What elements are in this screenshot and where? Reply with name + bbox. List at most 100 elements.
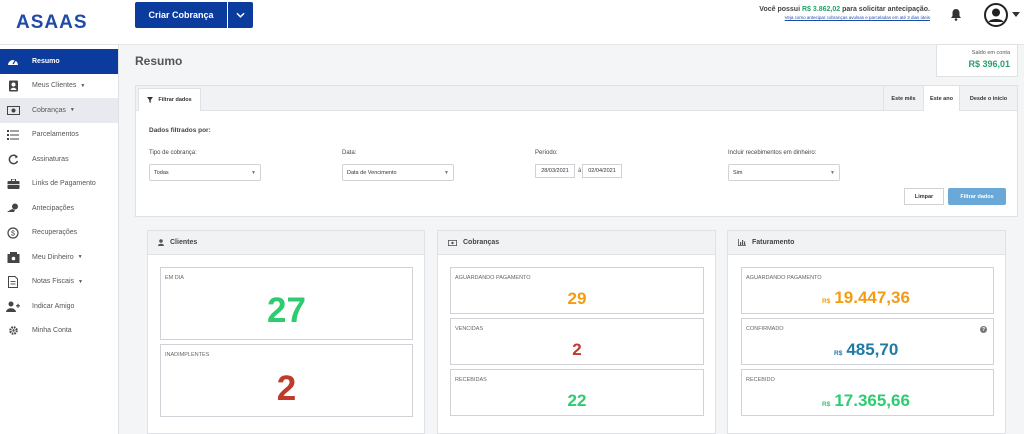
charge-type-label: Tipo de cobrança: bbox=[149, 150, 197, 156]
billing-received-label: RECEBIDO bbox=[746, 377, 775, 383]
sidebar-item-meus-clientes[interactable]: Meus Clientes ▼ bbox=[0, 74, 118, 99]
dollar-cycle-icon: $ bbox=[6, 227, 20, 239]
sidebar-item-cobrancas[interactable]: Cobranças ▼ bbox=[0, 98, 118, 123]
clients-card-header: Clientes bbox=[148, 231, 424, 255]
range-since-start-button[interactable]: Desde o início bbox=[959, 86, 1017, 111]
sidebar-item-parcelamentos[interactable]: Parcelamentos bbox=[0, 123, 118, 148]
tab-filter-data[interactable]: Filtrar dados bbox=[138, 88, 201, 111]
list-icon bbox=[6, 129, 20, 141]
chevron-down-icon bbox=[1012, 12, 1020, 17]
sidebar-item-label: Cobranças bbox=[32, 106, 66, 114]
clients-up-to-date-box[interactable]: EM DIA 27 bbox=[160, 267, 413, 340]
awaiting-label: AGUARDANDO PAGAMENTO bbox=[455, 275, 531, 281]
caret-down-icon: ▼ bbox=[830, 170, 835, 176]
filter-heading: Dados filtrados por: bbox=[149, 127, 211, 134]
anticipation-suffix: para solicitar antecipação. bbox=[840, 6, 930, 13]
billing-awaiting-box[interactable]: AGUARDANDO PAGAMENTO R$ 19.447,36 bbox=[741, 267, 994, 314]
range-buttons: Este mês Este ano Desde o início bbox=[883, 86, 1017, 111]
charges-awaiting-box[interactable]: AGUARDANDO PAGAMENTO 29 bbox=[450, 267, 704, 314]
account-balance: Saldo em conta R$ 396,01 bbox=[936, 44, 1018, 77]
page-title: Resumo bbox=[135, 54, 183, 68]
sidebar-item-notas-fiscais[interactable]: Notas Fiscais ▼ bbox=[0, 270, 118, 295]
sidebar-item-links-pagamento[interactable]: Links de Pagamento bbox=[0, 172, 118, 197]
clients-defaulting-box[interactable]: INADIMPLENTES 2 bbox=[160, 344, 413, 417]
date-label: Data: bbox=[342, 150, 357, 156]
asaas-logo[interactable]: ASAAS bbox=[16, 8, 90, 36]
charge-type-select[interactable]: Todas ▼ bbox=[149, 164, 261, 181]
billing-confirmed-box[interactable]: CONFIRMADO ? R$ 485,70 bbox=[741, 318, 994, 365]
billing-received-box[interactable]: RECEBIDO R$ 17.365,66 bbox=[741, 369, 994, 416]
sidebar-item-label: Indicar Amigo bbox=[32, 302, 75, 310]
billing-awaiting-amount: R$ 19.447,36 bbox=[822, 288, 910, 308]
create-charge-button[interactable]: Criar Cobrança bbox=[135, 2, 227, 28]
billing-confirmed-amount: R$ 485,70 bbox=[834, 340, 898, 360]
cash-receipts-value: Sim bbox=[733, 169, 743, 176]
user-avatar-icon bbox=[984, 3, 1008, 27]
sidebar-item-indicar-amigo[interactable]: Indicar Amigo bbox=[0, 294, 118, 319]
sidebar-item-antecipacoes[interactable]: Antecipações bbox=[0, 196, 118, 221]
sidebar-item-meu-dinheiro[interactable]: Meu Dinheiro ▼ bbox=[0, 245, 118, 270]
clear-filters-button[interactable]: Limpar bbox=[904, 188, 944, 205]
billing-card: Faturamento AGUARDANDO PAGAMENTO R$ 19.4… bbox=[727, 230, 1006, 434]
cash-receipts-select[interactable]: Sim ▼ bbox=[728, 164, 840, 181]
sidebar-item-label: Meus Clientes bbox=[32, 82, 77, 90]
period-separator: à bbox=[578, 168, 582, 174]
sidebar: Resumo Meus Clientes ▼ Cobranças ▼ Parcela… bbox=[0, 45, 119, 434]
date-type-select[interactable]: Data de Vencimento ▼ bbox=[342, 164, 454, 181]
up-to-date-value: 27 bbox=[267, 291, 306, 330]
charges-received-box[interactable]: RECEBIDAS 22 bbox=[450, 369, 704, 416]
range-this-year-button[interactable]: Este ano bbox=[923, 86, 959, 111]
period-label: Período: bbox=[535, 150, 558, 156]
billing-received-amount: R$ 17.365,66 bbox=[822, 391, 910, 411]
sidebar-item-label: Antecipações bbox=[32, 204, 75, 212]
filter-tabs: Filtrar dados Este mês Este ano Desde o … bbox=[136, 86, 1017, 111]
user-menu[interactable] bbox=[984, 2, 1024, 28]
charges-card-header: Cobranças bbox=[438, 231, 715, 255]
briefcase-icon bbox=[6, 178, 20, 190]
caret-down-icon: ▼ bbox=[78, 278, 83, 285]
balance-value: R$ 396,01 bbox=[968, 59, 1010, 69]
period-start-input[interactable]: 28/03/2021 bbox=[535, 164, 575, 178]
currency-symbol: R$ bbox=[834, 350, 843, 357]
sidebar-item-recuperacoes[interactable]: $ Recuperações bbox=[0, 221, 118, 246]
apply-filters-button[interactable]: Filtrar dados bbox=[948, 188, 1006, 205]
notifications-bell-icon[interactable] bbox=[950, 8, 962, 26]
money-icon bbox=[6, 104, 20, 116]
charge-type-value: Todas bbox=[154, 169, 169, 176]
defaulting-label: INADIMPLENTES bbox=[165, 352, 210, 358]
awaiting-value: 29 bbox=[567, 289, 587, 308]
range-this-month-button[interactable]: Este mês bbox=[883, 86, 923, 111]
create-charge-dropdown-button[interactable] bbox=[228, 2, 253, 28]
charges-overdue-box[interactable]: VENCIDAS 2 bbox=[450, 318, 704, 365]
caret-down-icon: ▼ bbox=[80, 82, 86, 89]
top-header: ASAAS Criar Cobrança Você possui R$ 3.86… bbox=[0, 0, 1024, 45]
anticipation-link[interactable]: Veja como antecipar cobranças avulsas e … bbox=[759, 15, 930, 20]
chevron-down-icon bbox=[236, 12, 245, 18]
up-to-date-label: EM DIA bbox=[165, 275, 184, 281]
charges-card: Cobranças AGUARDANDO PAGAMENTO 29 VENCID… bbox=[437, 230, 716, 434]
anticipation-amount: R$ 3.862,02 bbox=[801, 6, 841, 13]
sidebar-item-resumo[interactable]: Resumo bbox=[0, 49, 118, 74]
billing-received-value: 17.365,66 bbox=[834, 391, 910, 410]
sidebar-item-label: Minha Conta bbox=[32, 327, 72, 335]
sidebar-item-assinaturas[interactable]: Assinaturas bbox=[0, 147, 118, 172]
period-end-input[interactable]: 02/04/2021 bbox=[582, 164, 622, 178]
refresh-icon bbox=[6, 153, 20, 165]
billing-card-title: Faturamento bbox=[752, 239, 795, 246]
anticipation-notice: Você possui R$ 3.862,02 para solicitar a… bbox=[759, 6, 930, 20]
balance-label: Saldo em conta bbox=[971, 50, 1010, 56]
sidebar-item-label: Notas Fiscais bbox=[32, 278, 75, 286]
sidebar-item-label: Resumo bbox=[32, 57, 60, 65]
clients-card-title: Clientes bbox=[170, 239, 198, 246]
date-type-value: Data de Vencimento bbox=[347, 169, 397, 176]
caret-down-icon: ▼ bbox=[69, 107, 75, 114]
invoice-icon bbox=[6, 275, 20, 288]
charges-card-title: Cobranças bbox=[463, 239, 500, 246]
sidebar-item-minha-conta[interactable]: Minha Conta bbox=[0, 319, 118, 344]
bar-chart-icon bbox=[738, 239, 746, 246]
help-icon[interactable]: ? bbox=[980, 326, 987, 333]
currency-symbol: R$ bbox=[822, 298, 831, 305]
billing-awaiting-value: 19.447,36 bbox=[834, 288, 910, 307]
sidebar-item-label: Recuperações bbox=[32, 229, 78, 237]
money-icon bbox=[448, 239, 457, 246]
